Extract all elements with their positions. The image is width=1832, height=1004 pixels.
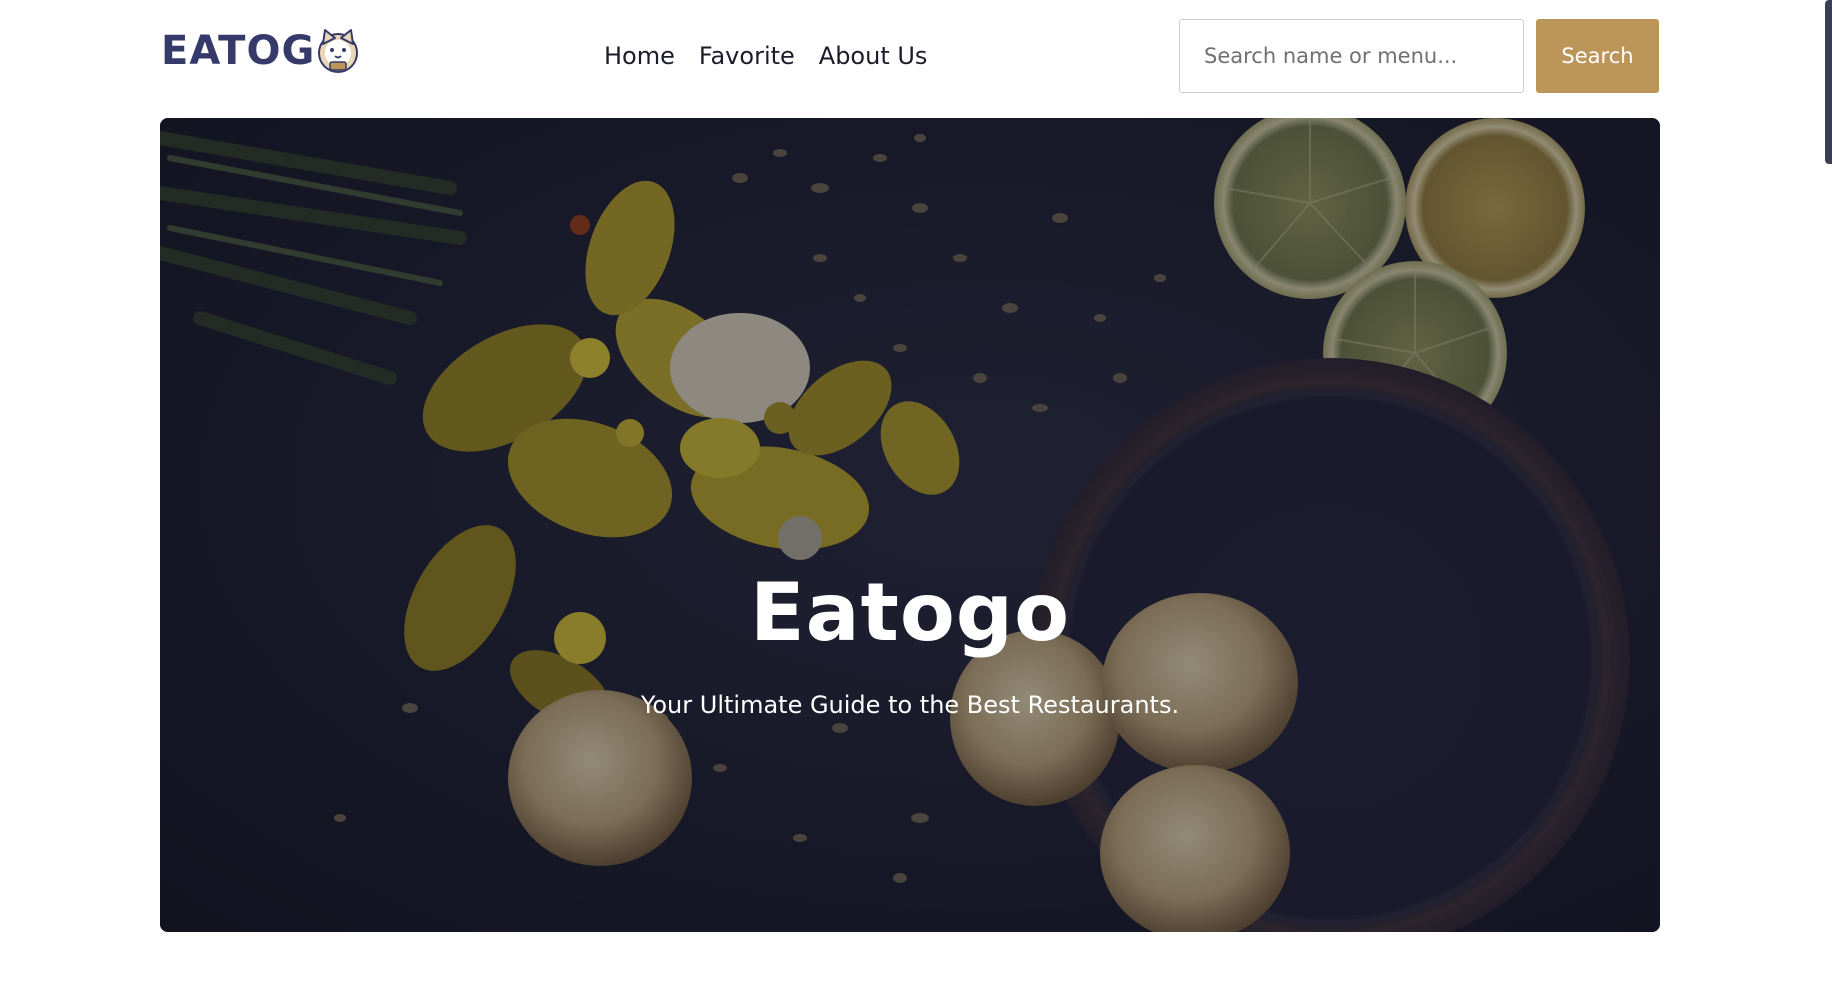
hero-banner: Eatogo Your Ultimate Guide to the Best R… <box>160 118 1660 932</box>
nav-home-link[interactable]: Home <box>604 38 675 74</box>
search-button[interactable]: Search <box>1536 19 1659 93</box>
cat-mascot-icon <box>318 29 359 73</box>
hero-food-photo <box>160 118 1660 932</box>
page: EATOG Home Favorite About Us Search name… <box>0 0 1832 1004</box>
scrollbar-thumb[interactable] <box>1825 0 1832 164</box>
search-input[interactable] <box>1179 19 1524 93</box>
logo-link[interactable]: EATOG <box>161 26 359 76</box>
hero-title: Eatogo <box>749 566 1071 659</box>
nav-about-us-link[interactable]: About Us <box>819 38 928 74</box>
hero-subtitle: Your Ultimate Guide to the Best Restaura… <box>640 691 1180 719</box>
logo-text: EATOG <box>161 28 316 74</box>
main-nav: Home Favorite About Us <box>604 38 927 74</box>
nav-favorite-link[interactable]: Favorite <box>699 38 795 74</box>
